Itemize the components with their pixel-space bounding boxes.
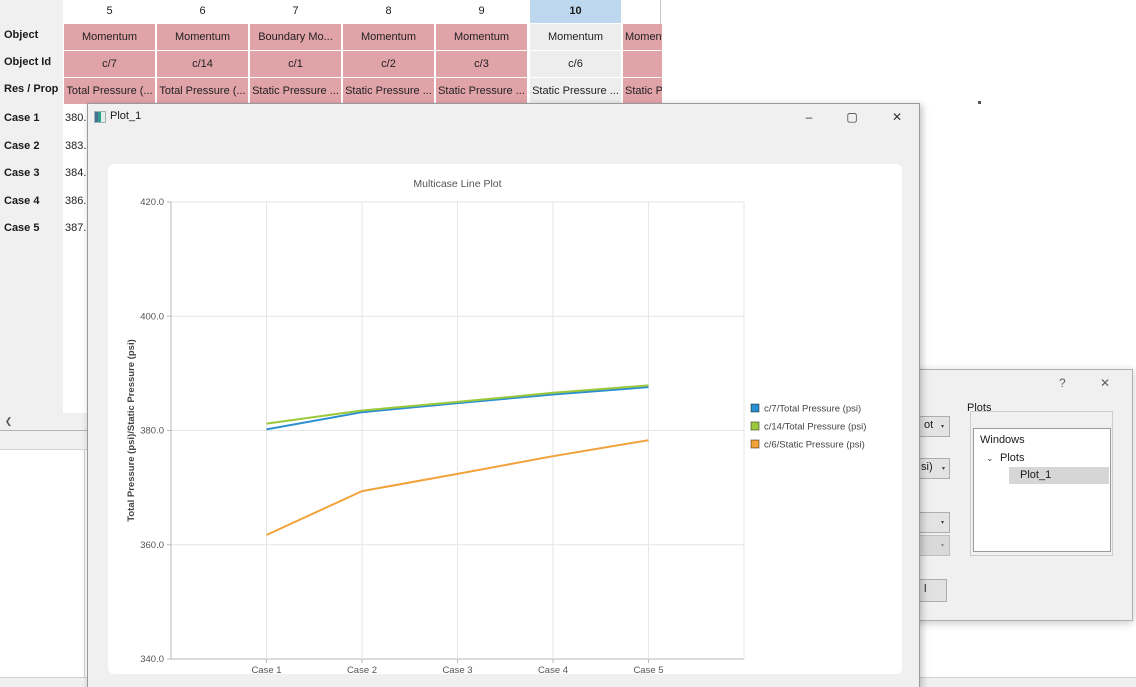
case-value-cell[interactable]: 384. xyxy=(65,167,86,179)
res-prop-cell[interactable]: Total Pressure (... xyxy=(157,78,248,104)
bottom-window-edge-left xyxy=(0,677,87,687)
dialog-help-button[interactable]: ? xyxy=(1059,376,1066,390)
y-tick-label: 360.0 xyxy=(140,540,164,551)
y-tick-label: 340.0 xyxy=(140,654,164,665)
plots-dialog: ? ✕ ot ▾ si) ▾ ▾ ▾ l Plots Windows ⌄ Plo… xyxy=(905,369,1133,621)
left-empty-panel xyxy=(0,450,85,677)
res-prop-cell[interactable]: Static Pressure ... xyxy=(436,78,527,104)
plot-app-icon xyxy=(94,111,106,123)
object-id-cell[interactable]: c/2 xyxy=(343,51,434,77)
chart-title: Multicase Line Plot xyxy=(413,178,501,190)
object-cell[interactable]: Momentum xyxy=(343,24,434,50)
scroll-left-arrow-icon[interactable]: ❮ xyxy=(0,413,17,430)
legend-label[interactable]: c/6/Static Pressure (psi) xyxy=(764,440,865,451)
row-header[interactable]: Object xyxy=(4,29,38,41)
column-number-header[interactable]: 8 xyxy=(343,0,434,23)
plot-window-title: Plot_1 xyxy=(110,110,141,122)
line-chart: 420.0 400.0 380.0 360.0 340.0 Case 1 Case 2 Cas… xyxy=(108,164,902,674)
object-id-cell[interactable]: c/6 xyxy=(530,51,621,77)
case-row-header[interactable]: Case 1 xyxy=(4,112,39,124)
object-id-cell[interactable]: c/1 xyxy=(250,51,341,77)
case-value-cell[interactable]: 383. xyxy=(65,140,86,152)
y-tick-label: 400.0 xyxy=(140,311,164,322)
x-tick-label: Case 2 xyxy=(347,665,377,674)
object-cell[interactable]: Momentum xyxy=(530,24,621,50)
case-row-header[interactable]: Case 3 xyxy=(4,167,39,179)
tree-item-plots[interactable]: Plots xyxy=(1000,452,1024,464)
y-axis-label: Total Pressure (psi)/Static Pressure (ps… xyxy=(126,339,137,522)
object-cell[interactable]: Momentum xyxy=(436,24,527,50)
column-number-header[interactable]: 5 xyxy=(64,0,155,23)
button-text: l xyxy=(924,583,926,595)
combobox-text: ot xyxy=(924,419,933,431)
legend-swatch[interactable] xyxy=(751,440,759,448)
legend-label[interactable]: c/7/Total Pressure (psi) xyxy=(764,404,861,415)
plot-window-titlebar[interactable]: Plot_1 – ▢ ✕ xyxy=(88,104,919,130)
chevron-down-icon: ▾ xyxy=(941,423,944,430)
plot-window: Plot_1 – ▢ ✕ 420.0 400.0 380.0 360.0 340.0 Ca… xyxy=(87,103,920,687)
tree-item-plot-1[interactable]: Plot_1 xyxy=(1020,469,1051,481)
case-row-header[interactable]: Case 4 xyxy=(4,195,39,207)
x-tick-label: Case 5 xyxy=(633,665,663,674)
object-id-cell[interactable]: c/3 xyxy=(436,51,527,77)
screen: Object Object Id Res / Prop Case 1 Case 2 Cas… xyxy=(0,0,1136,687)
case-value-cell[interactable]: 387. xyxy=(65,222,86,234)
res-prop-cell[interactable]: Static Pressure ... xyxy=(250,78,341,104)
legend-label[interactable]: c/14/Total Pressure (psi) xyxy=(764,422,866,433)
x-tick-label: Case 4 xyxy=(538,665,568,674)
object-id-cell[interactable]: c/14 xyxy=(157,51,248,77)
object-id-cell[interactable]: c/7 xyxy=(64,51,155,77)
bottom-window-edge-right xyxy=(918,677,1136,687)
chart-canvas: 420.0 400.0 380.0 360.0 340.0 Case 1 Case 2 Cas… xyxy=(108,164,902,674)
x-tick-label: Case 1 xyxy=(251,665,281,674)
y-tick-label: 420.0 xyxy=(140,197,164,208)
case-row-header[interactable]: Case 2 xyxy=(4,140,39,152)
row-header[interactable]: Object Id xyxy=(4,56,51,68)
chevron-down-icon: ▾ xyxy=(941,542,944,549)
x-tick-label: Case 3 xyxy=(442,665,472,674)
tree-item-windows[interactable]: Windows xyxy=(980,434,1025,446)
combobox-text: si) xyxy=(921,461,933,473)
object-cell[interactable]: Momentum xyxy=(64,24,155,50)
y-tick-label: 380.0 xyxy=(140,426,164,437)
chevron-down-icon[interactable]: ⌄ xyxy=(986,453,994,464)
row-header[interactable]: Res / Prop xyxy=(4,83,58,95)
legend-swatch[interactable] xyxy=(751,422,759,430)
column-number-header[interactable]: 6 xyxy=(157,0,248,23)
dialog-close-button[interactable]: ✕ xyxy=(1100,376,1110,390)
object-id-cell[interactable] xyxy=(623,51,662,77)
chevron-down-icon: ▾ xyxy=(942,465,945,472)
res-prop-cell[interactable]: Total Pressure (... xyxy=(64,78,155,104)
close-button[interactable]: ✕ xyxy=(882,108,912,126)
artifact-dot xyxy=(978,101,981,104)
column-number-header[interactable]: 10 xyxy=(530,0,621,23)
res-prop-cell[interactable]: Static Pressure ... xyxy=(623,78,662,104)
maximize-button[interactable]: ▢ xyxy=(837,108,867,126)
case-value-cell[interactable]: 386. xyxy=(65,195,86,207)
case-value-cell[interactable]: 380. xyxy=(65,112,86,124)
minimize-button[interactable]: – xyxy=(794,108,824,126)
plots-tree: Windows ⌄ Plots Plot_1 xyxy=(973,428,1111,552)
column-number-header[interactable]: 7 xyxy=(250,0,341,23)
row-header-column: Object Object Id Res / Prop Case 1 Case 2 Cas… xyxy=(0,0,63,431)
object-cell[interactable]: Boundary Mo... xyxy=(250,24,341,50)
object-cell[interactable]: Momentum xyxy=(157,24,248,50)
chevron-down-icon: ▾ xyxy=(941,519,944,526)
column-number-header[interactable]: 9 xyxy=(436,0,527,23)
res-prop-cell[interactable]: Static Pressure ... xyxy=(343,78,434,104)
res-prop-cell[interactable]: Static Pressure ... xyxy=(530,78,621,104)
legend-swatch[interactable] xyxy=(751,404,759,412)
object-cell[interactable]: Momentum xyxy=(623,24,662,50)
case-row-header[interactable]: Case 5 xyxy=(4,222,39,234)
